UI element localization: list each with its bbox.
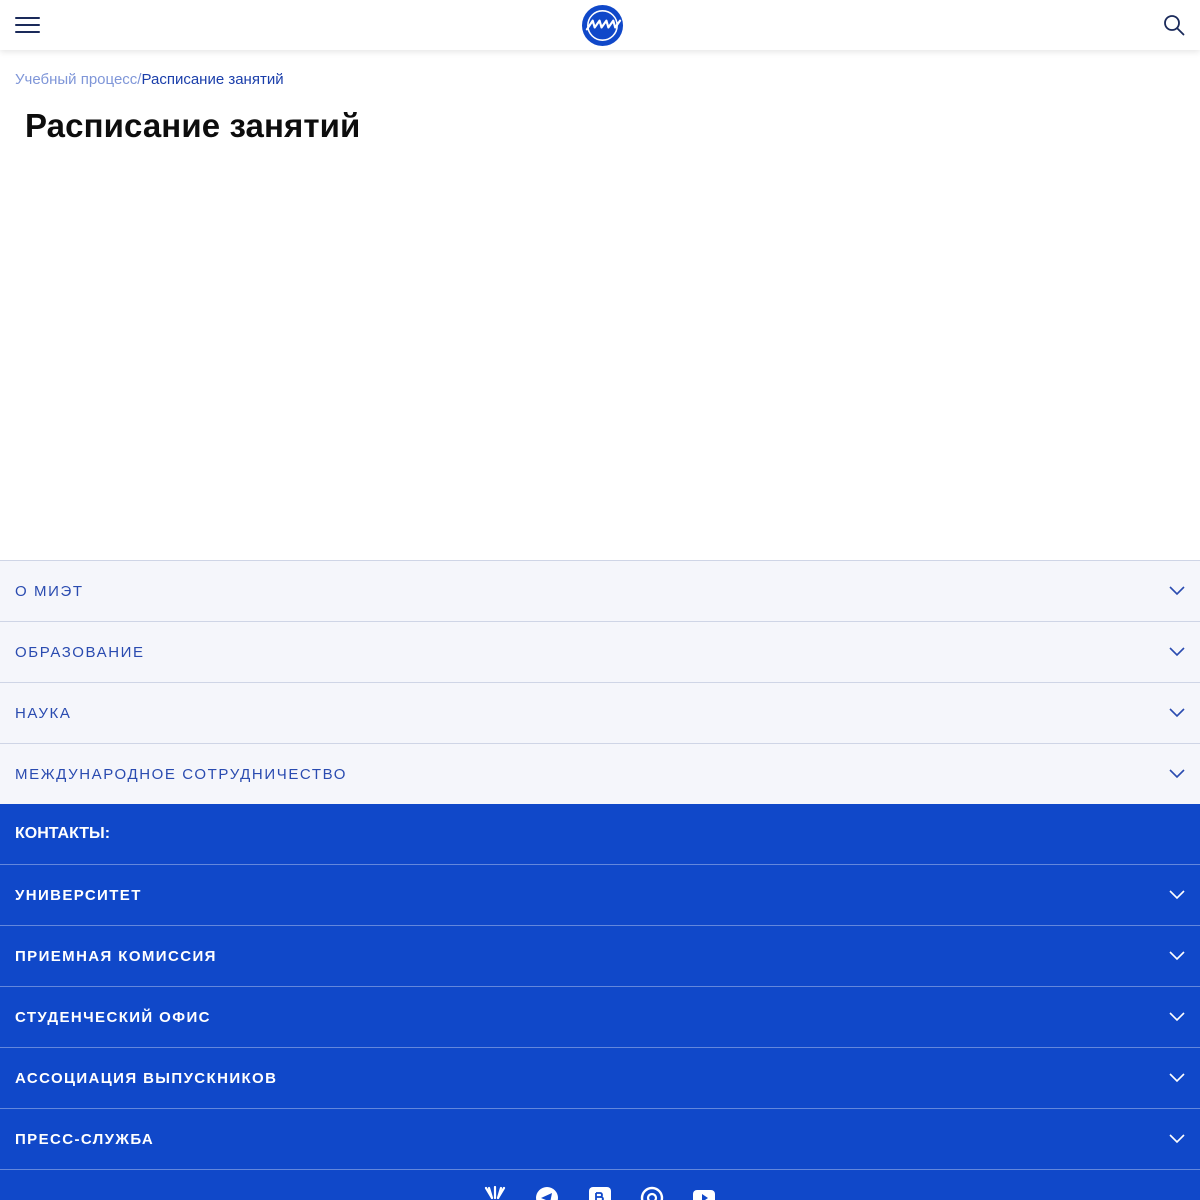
chevron-down-icon bbox=[1169, 951, 1185, 961]
chevron-down-icon bbox=[1169, 586, 1185, 596]
contact-item-label: ПРЕСС-СЛУЖБА bbox=[15, 1130, 155, 1148]
breadcrumb-link-parent[interactable]: Учебный процесс bbox=[15, 71, 137, 88]
nav-item-international[interactable]: МЕЖДУНАРОДНОЕ СОТРУДНИЧЕСТВО bbox=[0, 743, 1200, 804]
chevron-down-icon bbox=[1169, 647, 1185, 657]
miet-logo[interactable] bbox=[581, 4, 624, 47]
chevron-down-icon bbox=[1169, 1012, 1185, 1022]
nav-item-label: МЕЖДУНАРОДНОЕ СОТРУДНИЧЕСТВО bbox=[15, 765, 347, 783]
contacts-title: КОНТАКТЫ: bbox=[15, 825, 111, 842]
contact-item-student-office[interactable]: СТУДЕНЧЕСКИЙ ОФИС bbox=[0, 986, 1200, 1047]
zhzh-icon[interactable] bbox=[483, 1186, 507, 1200]
breadcrumb-current: Расписание занятий bbox=[141, 71, 284, 88]
nav-item-about[interactable]: О МИЭТ bbox=[0, 560, 1200, 621]
nav-item-science[interactable]: НАУКА bbox=[0, 682, 1200, 743]
ok-icon[interactable] bbox=[640, 1186, 664, 1200]
site-nav-accordion: О МИЭТ ОБРАЗОВАНИЕ НАУКА МЕЖДУНАРОДНОЕ С… bbox=[0, 560, 1200, 804]
contact-item-alumni[interactable]: АССОЦИАЦИЯ ВЫПУСКНИКОВ bbox=[0, 1047, 1200, 1108]
contact-item-university[interactable]: УНИВЕРСИТЕТ bbox=[0, 864, 1200, 925]
social-links bbox=[0, 1186, 1200, 1200]
nav-item-education[interactable]: ОБРАЗОВАНИЕ bbox=[0, 621, 1200, 682]
nav-item-label: НАУКА bbox=[15, 704, 72, 722]
chevron-down-icon bbox=[1169, 708, 1185, 718]
top-bar bbox=[0, 0, 1200, 50]
contact-item-admissions[interactable]: ПРИЕМНАЯ КОМИССИЯ bbox=[0, 925, 1200, 986]
contact-item-press[interactable]: ПРЕСС-СЛУЖБА bbox=[0, 1108, 1200, 1169]
hamburger-menu-icon[interactable] bbox=[15, 17, 40, 33]
contact-item-label: АССОЦИАЦИЯ ВЫПУСКНИКОВ bbox=[15, 1069, 278, 1087]
breadcrumb: Учебный процесс/Расписание занятий bbox=[15, 71, 284, 88]
chevron-down-icon bbox=[1169, 1073, 1185, 1083]
chevron-down-icon bbox=[1169, 1134, 1185, 1144]
page-title: Расписание занятий bbox=[25, 107, 361, 144]
contact-item-label: УНИВЕРСИТЕТ bbox=[15, 886, 142, 904]
contact-item-label: СТУДЕНЧЕСКИЙ ОФИС bbox=[15, 1008, 211, 1026]
nav-item-label: О МИЭТ bbox=[15, 582, 84, 600]
search-icon[interactable] bbox=[1163, 14, 1185, 36]
footer: КОНТАКТЫ: УНИВЕРСИТЕТ ПРИЕМНАЯ КОМИССИЯ … bbox=[0, 804, 1200, 1200]
telegram-icon[interactable] bbox=[535, 1186, 559, 1200]
contact-item-label: ПРИЕМНАЯ КОМИССИЯ bbox=[15, 947, 217, 965]
footer-divider bbox=[0, 1169, 1200, 1170]
youtube-icon[interactable] bbox=[692, 1186, 716, 1200]
vk-icon[interactable] bbox=[588, 1186, 612, 1200]
nav-item-label: ОБРАЗОВАНИЕ bbox=[15, 643, 145, 661]
chevron-down-icon bbox=[1169, 890, 1185, 900]
chevron-down-icon bbox=[1169, 769, 1185, 779]
